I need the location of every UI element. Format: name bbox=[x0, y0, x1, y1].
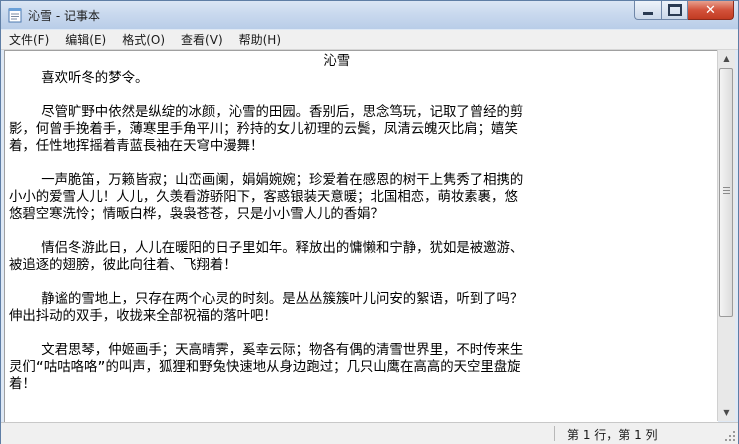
title-bar[interactable]: 沁雪 - 记事本 ✕ bbox=[1, 1, 738, 29]
notepad-icon bbox=[8, 8, 22, 23]
document-line: 尽管旷野中依然是纵绽的冰颜，沁雪的田园。香别后，思念笃玩，记取了曾经的剪 bbox=[9, 105, 524, 120]
document-line: 文君思琴，仲姬画手；天高晴霁，奚幸云际；物各有偶的清雪世界里，不时传来生 bbox=[9, 343, 524, 358]
thumb-grip-line bbox=[723, 193, 730, 194]
minimize-button[interactable] bbox=[634, 1, 661, 20]
document-line: 喜欢听冬的梦令。 bbox=[9, 71, 149, 86]
menu-edit[interactable]: 编辑(E) bbox=[57, 31, 114, 48]
maximize-button[interactable] bbox=[661, 1, 688, 20]
cursor-position: 第 1 行，第 1 列 bbox=[567, 428, 658, 442]
document-line: 沁雪 bbox=[9, 54, 351, 69]
vertical-scrollbar[interactable]: ▲ ▼ bbox=[717, 50, 735, 421]
status-separator bbox=[554, 426, 555, 441]
notepad-window: 沁雪 - 记事本 ✕ 文件(F) 编辑(E) 格式(O) 查看(V) 帮助(H) bbox=[0, 0, 739, 444]
document-line: 影，何曾手挽着手，薄寒里手角平川；矜持的女儿初理的云鬓，凤清云魄灭比肩；嬉笑 bbox=[9, 122, 518, 137]
document-line: 灵们“咕咕咯咯”的叫声，狐狸和野兔快速地从身边跑过；几只山鹰在高高的天空里盘旋 bbox=[9, 360, 521, 375]
close-button[interactable]: ✕ bbox=[688, 1, 734, 20]
thumb-grip-line bbox=[723, 190, 730, 191]
thumb-grip-line bbox=[723, 187, 730, 188]
minimize-icon bbox=[643, 11, 653, 15]
document-line: 悠碧空寒洗怜；情畈白桦，袅袅苍苍，只是小小雪人儿的香娟？ bbox=[9, 207, 384, 222]
resize-grip-icon[interactable] bbox=[724, 430, 736, 442]
window-title: 沁雪 - 记事本 bbox=[28, 9, 100, 23]
scroll-thumb[interactable] bbox=[719, 68, 733, 317]
scroll-down-arrow-icon: ▼ bbox=[723, 408, 730, 417]
document-line: 着！ bbox=[9, 377, 36, 392]
close-icon: ✕ bbox=[705, 2, 716, 18]
menu-help[interactable]: 帮助(H) bbox=[231, 31, 289, 48]
maximize-icon bbox=[667, 4, 682, 16]
text-editor[interactable]: 沁雪 喜欢听冬的梦令。 尽管旷野中依然是纵绽的冰颜，沁雪的田园。香别后，思念笃玩… bbox=[4, 50, 718, 422]
document-line: 伸出抖动的双手，收拢来全部祝福的落叶吧！ bbox=[9, 309, 277, 324]
status-bar: 第 1 行，第 1 列 bbox=[1, 422, 738, 444]
scroll-up-arrow-icon: ▲ bbox=[723, 54, 730, 63]
document-text: 沁雪 喜欢听冬的梦令。 尽管旷野中依然是纵绽的冰颜，沁雪的田园。香别后，思念笃玩… bbox=[9, 53, 629, 393]
caption-buttons: ✕ bbox=[634, 1, 734, 21]
scroll-down-button[interactable]: ▼ bbox=[718, 404, 735, 421]
menu-view[interactable]: 查看(V) bbox=[173, 31, 231, 48]
menu-file[interactable]: 文件(F) bbox=[1, 31, 57, 48]
document-line: 着，任性地挥摇着青蓝長袖在天穹中漫舞！ bbox=[9, 139, 264, 154]
menu-bar: 文件(F) 编辑(E) 格式(O) 查看(V) 帮助(H) bbox=[1, 30, 738, 50]
scroll-up-button[interactable]: ▲ bbox=[718, 50, 735, 67]
document-line: 小小的爱雪人儿！人儿，久羡看游骄阳下，客惑银装天意暖；北国相恋，萌妆素裹，悠 bbox=[9, 190, 518, 205]
menu-format[interactable]: 格式(O) bbox=[114, 31, 173, 48]
document-line: 静谧的雪地上，只存在两个心灵的时刻。是丛丛簇簇叶儿问安的絮语，听到了吗？ bbox=[9, 292, 524, 307]
document-line: 一声脆笛，万籁皆寂；山峦画阑，娟娟婉婉；珍爱着在感恩的树干上隽秀了相携的 bbox=[9, 173, 524, 188]
document-line: 被追逐的翅膀，彼此向往着、飞翔着！ bbox=[9, 258, 237, 273]
document-line: 情侣冬游此日，人儿在暖阳的日子里如年。释放出的慵懒和宁静，犹如是被邀游、 bbox=[9, 241, 524, 256]
